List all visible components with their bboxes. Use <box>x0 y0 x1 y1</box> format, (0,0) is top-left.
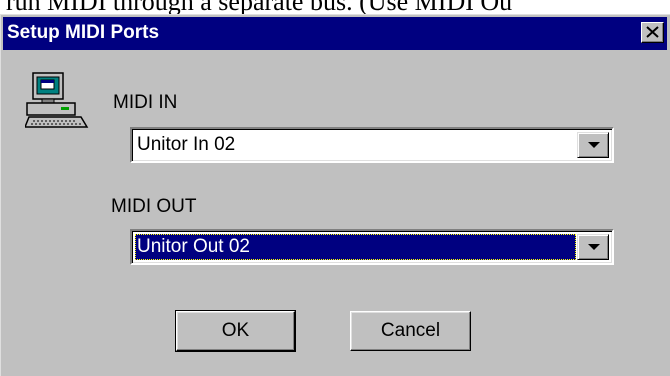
midi-out-label: MIDI OUT <box>111 196 197 217</box>
midi-in-dropdown-button[interactable] <box>577 132 609 158</box>
midi-out-selected-value: Unitor Out 02 <box>135 234 576 260</box>
close-button[interactable] <box>641 22 664 43</box>
midi-out-dropdown-button[interactable] <box>577 234 609 260</box>
chevron-down-icon <box>588 244 600 250</box>
computer-icon <box>25 72 89 128</box>
dialog-title: Setup MIDI Ports <box>7 22 160 43</box>
setup-midi-ports-dialog: Setup MIDI Ports MIDI IN Unitor In 02 MI… <box>0 14 670 376</box>
midi-in-label: MIDI IN <box>113 92 178 113</box>
ok-button[interactable]: OK <box>175 310 296 352</box>
background-document-text: run MIDI through a separate bus. (Use MI… <box>6 0 666 14</box>
screen: run MIDI through a separate bus. (Use MI… <box>0 0 670 376</box>
midi-in-select[interactable]: Unitor In 02 <box>130 127 614 163</box>
chevron-down-icon <box>588 142 600 148</box>
close-icon <box>646 26 659 38</box>
title-bar[interactable]: Setup MIDI Ports <box>3 17 667 50</box>
midi-in-selected-value: Unitor In 02 <box>137 134 236 155</box>
cancel-button[interactable]: Cancel <box>350 311 471 351</box>
midi-out-select[interactable]: Unitor Out 02 <box>130 229 614 265</box>
